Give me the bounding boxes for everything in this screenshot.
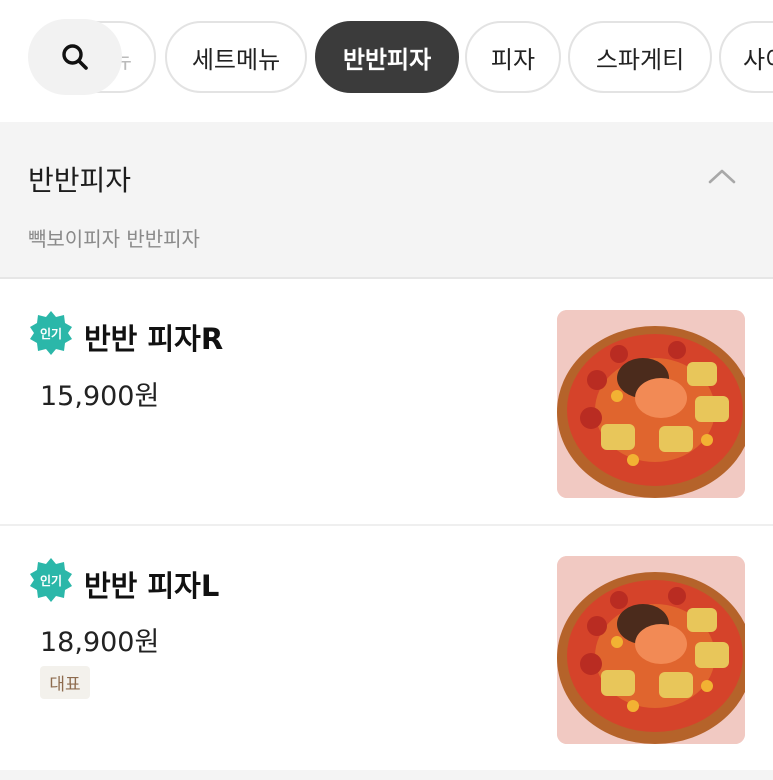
search-icon [62, 44, 88, 70]
category-tab-bar: 뉴 세트메뉴 반반피자 피자 스파게티 사이드 [0, 0, 773, 122]
signature-tag: 대표 [40, 666, 90, 699]
tab-pizza[interactable]: 피자 [465, 21, 561, 93]
tab-half-half-pizza[interactable]: 반반피자 [315, 21, 459, 93]
pizza-thumbnail[interactable] [557, 556, 745, 744]
item-name: 반반 피자L [84, 569, 220, 603]
popular-badge: 인기 [30, 311, 72, 355]
tab-label: 피자 [490, 45, 536, 74]
popular-badge-label: 인기 [40, 573, 62, 588]
tab-label: 세트메뉴 [191, 45, 281, 74]
search-button[interactable] [28, 19, 122, 95]
popular-badge: 인기 [30, 558, 72, 602]
tab-set-menu[interactable]: 세트메뉴 [165, 21, 307, 93]
popular-badge-label: 인기 [40, 326, 62, 341]
tab-side[interactable]: 사이드 [719, 21, 773, 93]
pizza-image [557, 310, 745, 498]
tab-label: 스파게티 [595, 45, 685, 74]
tab-label: 사이드 [743, 45, 773, 74]
menu-item[interactable]: 인기 반반 피자L 18,900원 대표 [0, 527, 773, 770]
tab-spaghetti[interactable]: 스파게티 [568, 21, 712, 93]
pizza-image [557, 556, 745, 744]
item-price: 18,900원 [40, 627, 160, 658]
pizza-thumbnail[interactable] [557, 310, 745, 498]
item-name: 반반 피자R [84, 322, 224, 356]
menu-item[interactable]: 인기 반반 피자R 15,900원 [0, 280, 773, 526]
section-header[interactable]: 반반피자 빽보이피자 반반피자 [0, 122, 773, 279]
section-title: 반반피자 [28, 164, 132, 197]
bottom-divider [0, 770, 773, 780]
tab-label: 반반피자 [342, 45, 432, 74]
item-price: 15,900원 [40, 381, 160, 412]
chevron-up-icon[interactable] [706, 160, 738, 192]
section-subtitle: 빽보이피자 반반피자 [28, 227, 200, 251]
